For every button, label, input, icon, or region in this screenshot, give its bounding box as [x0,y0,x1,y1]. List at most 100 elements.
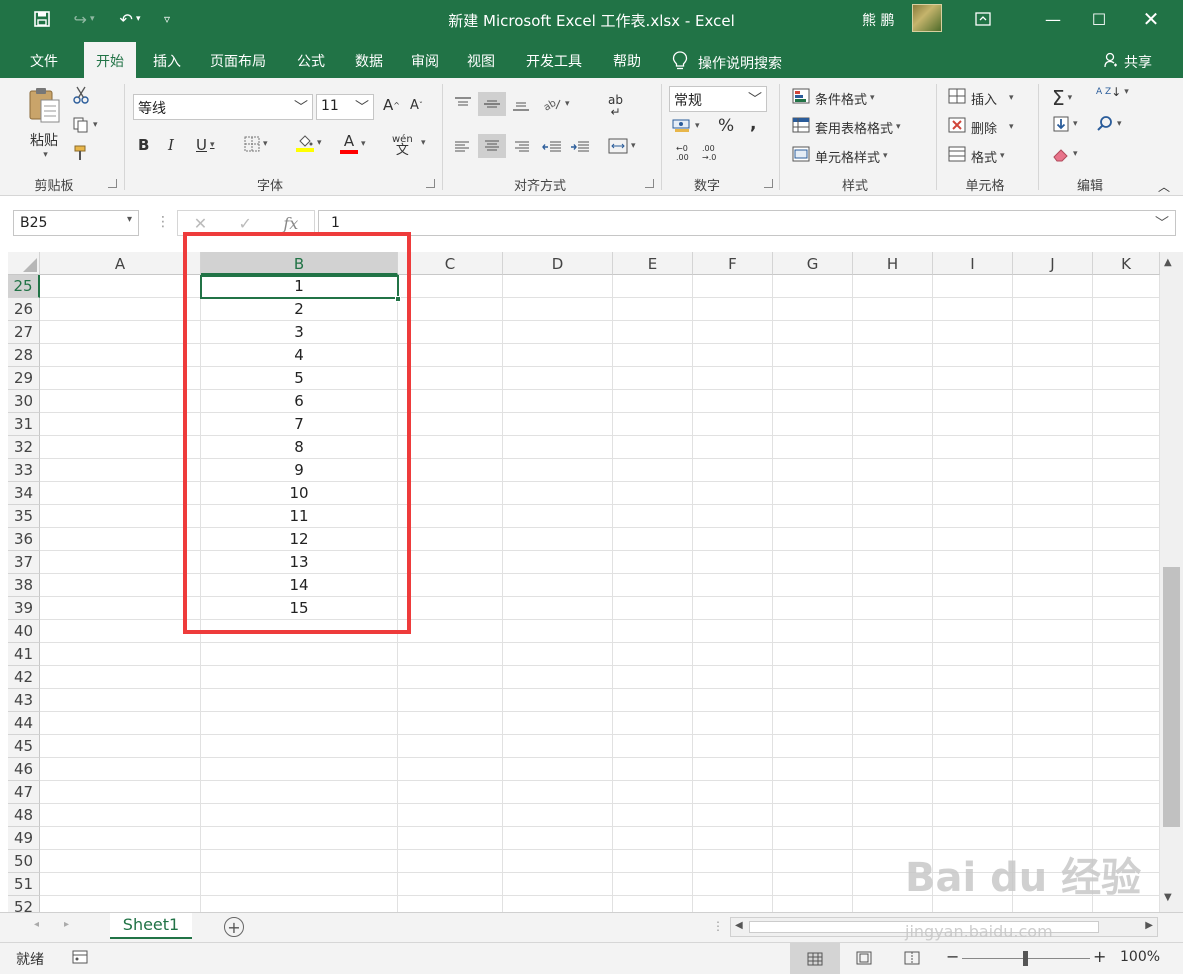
row-header-35[interactable]: 35 [8,505,40,528]
fill-button[interactable]: ▾ [1052,116,1078,132]
zoom-slider-thumb[interactable] [1023,951,1028,966]
column-header-i[interactable]: I [933,252,1013,275]
italic-button[interactable]: I [168,136,174,154]
cell-b26[interactable]: 2 [201,298,397,321]
align-right-icon[interactable] [512,140,530,154]
wrap-text-icon[interactable]: ab ↵ [608,94,623,118]
increase-indent-icon[interactable] [570,140,590,154]
column-header-g[interactable]: G [773,252,853,275]
cell-b35[interactable]: 11 [201,505,397,528]
decrease-decimal-button[interactable]: .00 →.0 [702,144,716,162]
cell-b28[interactable]: 4 [201,344,397,367]
cell-b32[interactable]: 8 [201,436,397,459]
cell-b27[interactable]: 3 [201,321,397,344]
column-header-k[interactable]: K [1093,252,1160,275]
column-header-h[interactable]: H [853,252,933,275]
percent-button[interactable]: % [718,116,734,136]
user-avatar[interactable] [912,4,942,32]
delete-cells-button[interactable]: 删除 ▾ [948,117,1014,137]
cell-b29[interactable]: 5 [201,367,397,390]
grow-font-button[interactable]: A ^ [383,96,400,114]
underline-button[interactable]: U ▾ [196,136,215,154]
row-header-38[interactable]: 38 [8,574,40,597]
clear-button[interactable]: ▾ [1052,146,1078,162]
conditional-formatting-button[interactable]: 条件格式 ▾ [792,88,875,108]
tab-insert[interactable]: 插入 [142,42,192,78]
row-header-28[interactable]: 28 [8,344,40,367]
row-header-26[interactable]: 26 [8,298,40,321]
row-header-51[interactable]: 51 [8,873,40,896]
row-header-46[interactable]: 46 [8,758,40,781]
bold-button[interactable]: B [138,136,149,154]
cell-b34[interactable]: 10 [201,482,397,505]
tab-formulas[interactable]: 公式 [286,42,336,78]
worksheet-grid[interactable]: ABCDEFGHIJK 25 26 27 28 29 30 31 32 33 34 35 36 37 38… [0,252,1160,912]
row-header-48[interactable]: 48 [8,804,40,827]
tab-developer[interactable]: 开发工具 [516,42,592,78]
close-icon[interactable]: ✕ [1128,4,1174,34]
row-header-30[interactable]: 30 [8,390,40,413]
column-header-e[interactable]: E [613,252,693,275]
row-header-37[interactable]: 37 [8,551,40,574]
column-header-b[interactable]: B [201,252,398,275]
format-as-table-button[interactable]: 套用表格格式 ▾ [792,117,901,137]
format-painter-icon[interactable] [72,144,90,162]
borders-button[interactable]: ▾ [244,136,268,152]
fill-handle[interactable] [395,296,401,302]
page-break-view-icon[interactable] [904,951,920,969]
sheet-tab-sheet1[interactable]: Sheet1 [110,913,192,939]
comma-button[interactable]: , [750,114,756,134]
accounting-format-icon[interactable]: ▾ [672,118,700,134]
tab-file[interactable]: 文件 [18,42,70,78]
tell-me-search[interactable]: 操作说明搜索 [672,51,782,75]
customize-qat-icon[interactable]: ▿ [156,7,178,31]
redo-icon[interactable]: ↪ ▾ [66,7,102,31]
orientation-icon[interactable]: ab ▾ [542,96,570,112]
cell-b33[interactable]: 9 [201,459,397,482]
tab-data[interactable]: 数据 [344,42,394,78]
font-launcher-icon[interactable] [426,179,435,188]
column-header-f[interactable]: F [693,252,773,275]
decrease-indent-icon[interactable] [542,140,562,154]
scroll-down-icon[interactable]: ▼ [1164,892,1172,903]
scroll-sheets-right-icon[interactable]: ▸ [64,919,69,930]
tab-home[interactable]: 开始 [84,42,136,78]
column-header-j[interactable]: J [1013,252,1093,275]
normal-view-icon[interactable] [790,943,840,974]
row-header-29[interactable]: 29 [8,367,40,390]
tab-view[interactable]: 视图 [456,42,506,78]
scroll-left-icon[interactable]: ◀ [735,920,743,931]
vertical-scroll-thumb[interactable] [1163,567,1180,827]
align-middle-icon[interactable] [478,92,506,116]
name-box[interactable]: B25 ▾ [13,210,139,236]
cell-b31[interactable]: 7 [201,413,397,436]
insert-cells-button[interactable]: 插入 ▾ [948,88,1014,108]
column-header-a[interactable]: A [40,252,201,275]
tab-splitter-icon[interactable]: ⋮ [712,919,724,933]
undo-icon[interactable]: ↶ ▾ [110,7,150,31]
cell-b38[interactable]: 14 [201,574,397,597]
alignment-launcher-icon[interactable] [645,179,654,188]
row-header-39[interactable]: 39 [8,597,40,620]
cut-icon[interactable] [72,86,90,104]
tab-review[interactable]: 审阅 [400,42,450,78]
fill-color-button[interactable]: ▾ [296,134,322,152]
vertical-scrollbar[interactable]: ▲ ▼ [1160,252,1183,912]
font-color-button[interactable]: A ▾ [340,134,366,154]
number-launcher-icon[interactable] [764,179,773,188]
paste-button[interactable]: 粘贴 ▾ [24,86,64,166]
ribbon-display-icon[interactable] [960,4,1006,34]
zoom-in-icon[interactable]: + [1093,947,1106,966]
row-header-44[interactable]: 44 [8,712,40,735]
scroll-right-icon[interactable]: ▶ [1145,920,1153,931]
collapse-ribbon-icon[interactable]: ︿ [1158,178,1170,195]
autosum-button[interactable]: Σ ▾ [1052,86,1072,110]
row-header-32[interactable]: 32 [8,436,40,459]
cell-b39[interactable]: 15 [201,597,397,620]
align-left-icon[interactable] [454,140,472,154]
row-header-41[interactable]: 41 [8,643,40,666]
increase-decimal-button[interactable]: ←0 .00 [676,144,689,162]
row-header-27[interactable]: 27 [8,321,40,344]
copy-icon[interactable]: ▾ [72,116,98,134]
column-header-c[interactable]: C [398,252,503,275]
